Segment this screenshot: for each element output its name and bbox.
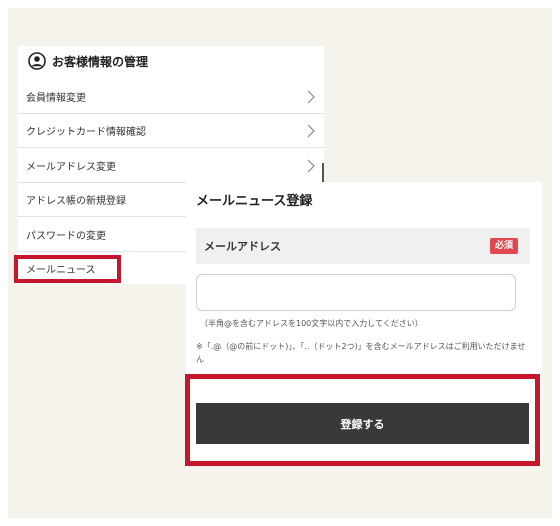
chevron-right-icon [307,159,315,172]
email-input[interactable] [196,274,516,311]
scrollbar[interactable] [322,163,324,183]
menu-item-label: パスワードの変更 [26,231,106,242]
submit-button[interactable]: 登録する [196,403,529,444]
menu-item-password[interactable]: パスワードの変更 [18,218,186,252]
email-field-label: メールアドレス [204,240,281,253]
email-note: ※「.@（@の前にドット)」、「..（ドット2つ)」を含むメールアドレスはご利用… [196,342,526,364]
required-badge: 必須 [489,238,518,254]
menu-item-member-info[interactable]: 会員情報変更 [18,80,324,114]
menu-item-mail-news[interactable]: メールニュース [18,252,186,284]
menu-item-label: 会員情報変更 [26,93,86,104]
mail-news-form: メールニュース登録 メールアドレス 必須 （半角@を含むアドレスを100文字以内… [186,182,542,462]
menu-item-label: クレジットカード情報確認 [26,127,146,138]
chevron-right-icon [307,124,315,137]
menu-item-label: アドレス帳の新規登録 [26,196,126,207]
menu-item-credit-card[interactable]: クレジットカード情報確認 [18,114,324,148]
user-circle-icon [28,52,46,70]
account-title: お客様情報の管理 [28,50,148,72]
email-hint: （半角@を含むアドレスを100文字以内で入力してください） [200,319,423,328]
chevron-right-icon [307,90,315,103]
form-title: メールニュース登録 [196,194,313,209]
email-field-header: メールアドレス 必須 [196,228,530,264]
menu-item-address-book[interactable]: アドレス帳の新規登録 [18,183,186,217]
account-title-text: お客様情報の管理 [52,54,149,69]
menu-item-email-change[interactable]: メールアドレス変更 [18,149,324,183]
menu-item-label: メールニュース [26,264,96,276]
menu-item-label: メールアドレス変更 [26,162,116,173]
